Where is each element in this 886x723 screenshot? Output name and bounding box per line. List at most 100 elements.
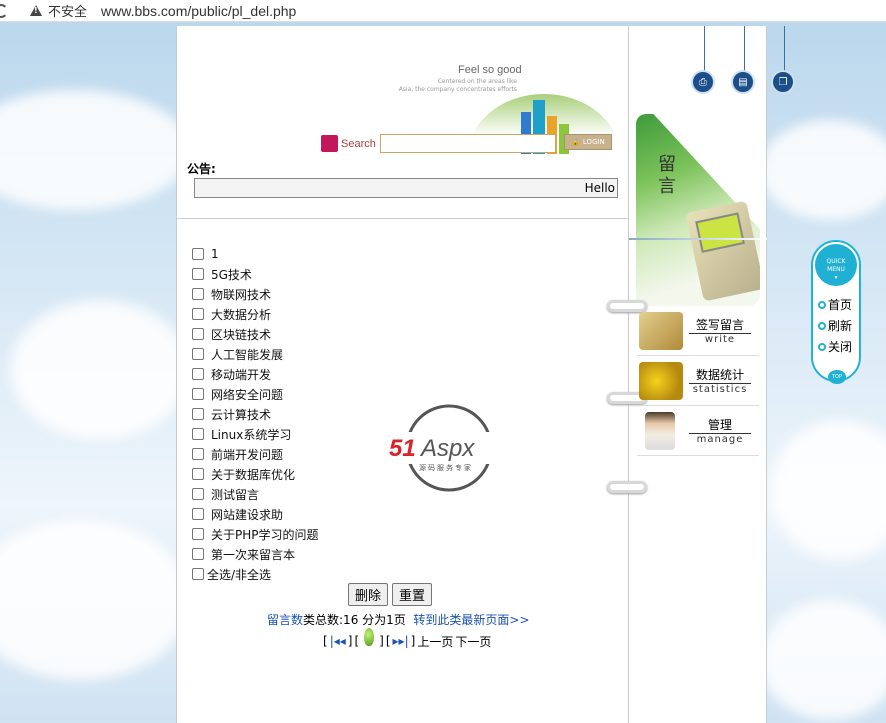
item-checkbox[interactable]: [192, 328, 204, 340]
document-icon[interactable]: ❐: [771, 70, 795, 94]
menu-label-cn: 管理: [689, 416, 751, 434]
last-page-button[interactable]: ▸▸|: [393, 634, 409, 648]
list-item: 网络安全问题: [192, 384, 319, 404]
menu-label-cn: 签写留言: [689, 316, 751, 334]
menu-label-cn: 数据统计: [689, 366, 751, 384]
quick-menu: QUICK MENU ▾ 首页 刷新 关闭 TOP: [811, 240, 861, 384]
back-to-top-button[interactable]: TOP: [828, 370, 846, 384]
quick-menu-header: QUICK MENU ▾: [815, 244, 857, 286]
bracket: [: [385, 634, 391, 648]
reload-icon[interactable]: [0, 3, 8, 18]
item-checkbox[interactable]: [192, 388, 204, 400]
list-item: 关于PHP学习的问题: [192, 524, 319, 544]
menu-write[interactable]: 签写留言 write: [637, 306, 759, 356]
list-item: 区块链技术: [192, 324, 319, 344]
cloud-decoration: [770, 420, 886, 560]
item-checkbox[interactable]: [192, 368, 204, 380]
item-checkbox[interactable]: [192, 308, 204, 320]
hanger-line: [704, 26, 705, 72]
list-item: 移动端开发: [192, 364, 319, 384]
item-checkbox[interactable]: [192, 348, 204, 360]
slogan-sub-line: Centered on the areas like: [437, 78, 517, 85]
bracket: ]: [410, 634, 416, 648]
latest-page-link[interactable]: 转到此类最新页面>>: [413, 613, 529, 627]
warning-icon[interactable]: [30, 5, 42, 16]
item-label: 关于数据库优化: [211, 467, 296, 482]
list-item: 前端开发问题: [192, 444, 319, 464]
item-checkbox[interactable]: [192, 268, 204, 280]
slogan-sub-line: Asia, the company concentrates efforts: [398, 86, 517, 93]
item-checkbox[interactable]: [192, 248, 204, 260]
menu-statistics[interactable]: 数据统计 statistics: [637, 356, 759, 406]
quick-title: QUICK: [826, 258, 846, 265]
list-item: 第一次来留言本: [192, 544, 319, 564]
prev-page-link[interactable]: 上一页: [417, 633, 453, 650]
url-text[interactable]: www.bbs.com/public/pl_del.php: [101, 3, 296, 19]
quick-label: 关闭: [828, 340, 853, 354]
cloud-decoration: [10, 300, 190, 440]
lock-icon: 🔒: [571, 138, 580, 146]
list-item: 云计算技术: [192, 404, 319, 424]
list-item: Linux系统学习: [192, 424, 319, 444]
menu-label-en: manage: [696, 434, 744, 445]
item-checkbox[interactable]: [192, 408, 204, 420]
bullet-icon: [818, 300, 826, 309]
search-label: Search: [341, 138, 376, 150]
menu-manage[interactable]: 管理 manage: [637, 406, 759, 456]
list-item: 5G技术: [192, 264, 319, 284]
item-checkbox[interactable]: [192, 428, 204, 440]
quick-refresh[interactable]: 刷新: [818, 317, 852, 334]
guestbook-banner: 留言: [636, 114, 760, 306]
51aspx-watermark-logo: 51 Aspx 源码服务专家: [385, 404, 515, 492]
reset-button[interactable]: 重置: [392, 583, 433, 606]
quick-label: 刷新: [828, 319, 853, 333]
item-checkbox[interactable]: [192, 528, 204, 540]
list-item: 关于数据库优化: [192, 464, 319, 484]
item-label: 人工智能发展: [211, 347, 284, 362]
divider: [177, 218, 629, 219]
item-label: 网站建设求助: [211, 507, 284, 522]
notice-marquee: Hello: [194, 178, 618, 198]
login-button[interactable]: 🔒 LOGIN: [564, 134, 612, 150]
notice-label: 公告:: [187, 162, 216, 176]
item-label: 关于PHP学习的问题: [211, 527, 319, 542]
quick-home[interactable]: 首页: [818, 296, 852, 313]
next-page-link[interactable]: 下一页: [455, 633, 491, 650]
watermark-brand-rest: Aspx: [419, 435, 475, 462]
item-checkbox[interactable]: [192, 548, 204, 560]
quick-close[interactable]: 关闭: [818, 338, 852, 355]
first-page-button[interactable]: |◂◂: [330, 634, 346, 648]
search-input[interactable]: [380, 134, 556, 153]
item-checkbox[interactable]: [192, 488, 204, 500]
list-item: 1: [192, 244, 319, 264]
item-checkbox[interactable]: [192, 288, 204, 300]
list-icon[interactable]: ▤: [731, 70, 755, 94]
select-all-checkbox[interactable]: [192, 568, 204, 580]
item-checkbox[interactable]: [192, 468, 204, 480]
select-all-label: 全选/非全选: [207, 567, 272, 582]
bullet-icon: [818, 321, 826, 330]
pager: [|◂◂] [] [▸▸|] 上一页 下一页: [323, 628, 491, 650]
cloud-decoration: [0, 520, 190, 680]
cloud-decoration: [760, 600, 886, 720]
item-checkbox[interactable]: [192, 508, 204, 520]
banner-title: 留言: [655, 154, 676, 198]
menu-label-en: write: [704, 334, 736, 345]
bullet-icon: [818, 342, 826, 351]
watermark-tagline: 源码服务专家: [419, 463, 473, 472]
print-icon[interactable]: ⎙: [691, 70, 715, 94]
list-item: 测试留言: [192, 484, 319, 504]
header-slogan: Feel so good: [458, 64, 522, 76]
item-label: 网络安全问题: [211, 387, 284, 402]
item-checkbox[interactable]: [192, 448, 204, 460]
security-status[interactable]: 不安全: [48, 1, 87, 20]
hanger-line: [744, 26, 745, 72]
delete-button[interactable]: 删除: [348, 583, 389, 606]
pda-screen: [695, 212, 745, 253]
browser-address-bar: 不安全 www.bbs.com/public/pl_del.php: [0, 0, 886, 22]
select-all-row: 全选/非全选: [192, 564, 319, 584]
item-label: 移动端开发: [211, 367, 272, 382]
gears-icon: [639, 362, 683, 400]
message-count-link[interactable]: 留言数: [267, 613, 303, 627]
item-label: 前端开发问题: [211, 447, 284, 462]
